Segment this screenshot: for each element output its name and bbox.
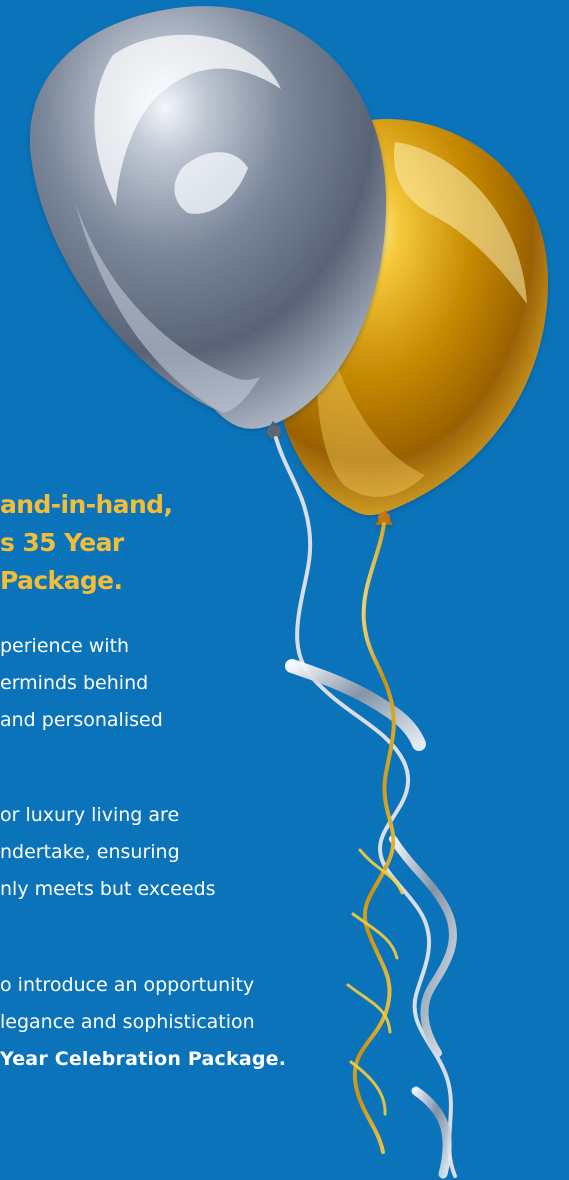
intro-paragraph-3: o introduce an opportunity legance and s… bbox=[0, 967, 286, 1078]
paragraph-2-line-3: nly meets but exceeds bbox=[0, 878, 216, 900]
curled-ribbons bbox=[274, 436, 457, 1179]
headline-line-2: s 35 Year bbox=[0, 528, 124, 557]
paragraph-1-line-3: and personalised bbox=[0, 709, 163, 731]
intro-paragraph-1: perience with erminds behind and persona… bbox=[0, 628, 163, 739]
paragraph-1-line-1: perience with bbox=[0, 635, 130, 657]
silver-balloon bbox=[29, 6, 387, 439]
paragraph-2-line-2: ndertake, ensuring bbox=[0, 841, 180, 863]
headline-line-3: Package. bbox=[0, 566, 123, 595]
paragraph-3-line-1: o introduce an opportunity bbox=[0, 974, 255, 996]
celebration-package-emphasis: Year Celebration Package. bbox=[0, 1048, 287, 1070]
celebration-page: and-in-hand, s 35 Year Package. perience… bbox=[0, 0, 569, 1180]
paragraph-3-line-2: legance and sophistication bbox=[0, 1011, 255, 1033]
intro-paragraph-2: or luxury living are ndertake, ensuring … bbox=[0, 797, 216, 908]
headline-line-1: and-in-hand, bbox=[0, 490, 173, 519]
paragraph-1-line-2: erminds behind bbox=[0, 672, 149, 694]
paragraph-2-line-1: or luxury living are bbox=[0, 804, 180, 826]
